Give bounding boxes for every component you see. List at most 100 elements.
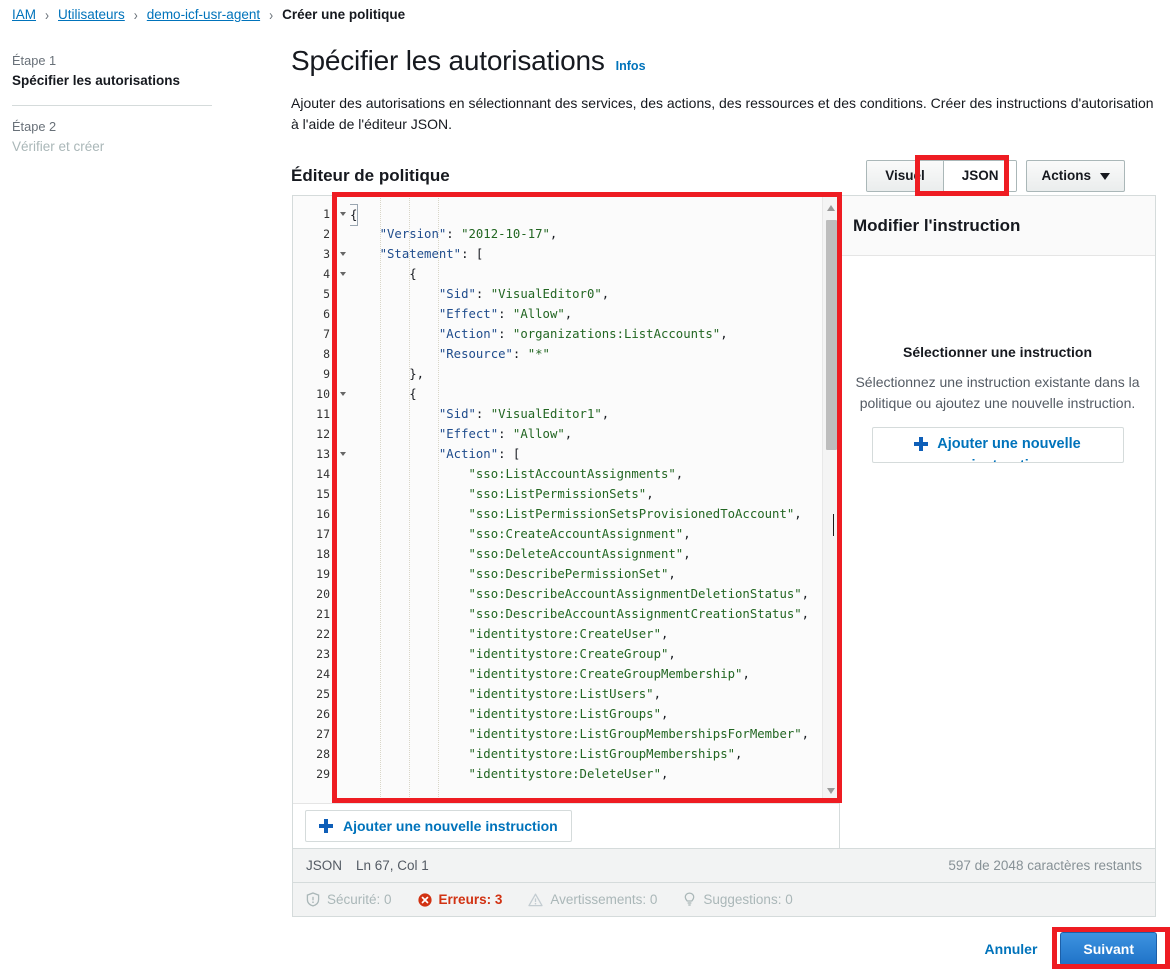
scroll-up-icon[interactable]	[827, 205, 835, 211]
code-line[interactable]: "identitystore:CreateGroup",	[350, 644, 839, 664]
scroll-down-icon[interactable]	[827, 788, 835, 795]
next-button[interactable]: Suivant	[1060, 932, 1157, 966]
warning-triangle-icon	[528, 893, 543, 906]
status-badge-erreurs[interactable]: Erreurs: 3	[417, 892, 502, 907]
empty-state-description: Sélectionnez une instruction existante d…	[855, 374, 1140, 411]
line-number-gutter: 1 2 3 4 5 6 7 8 9 10 11 12 13 14 15 16 17 18 19 20 21 22 23 24 2…	[293, 196, 335, 804]
code-line[interactable]: "Sid": "VisualEditor0",	[350, 284, 839, 304]
line-number: 22	[316, 627, 330, 641]
status-suggestions-label: Suggestions: 0	[703, 892, 793, 907]
empty-state-title: Sélectionner une instruction	[902, 344, 1093, 360]
status-badge-avertissements[interactable]: Avertissements: 0	[528, 892, 657, 907]
code-line[interactable]: },	[350, 364, 839, 384]
code-scroll-region[interactable]: { "Version": "2012-10-17", "Statement": …	[350, 196, 839, 804]
statement-editor-pane: Modifier l'instruction Sélectionner une …	[840, 196, 1155, 848]
resize-grip-icon[interactable]	[833, 514, 838, 536]
code-lines[interactable]: { "Version": "2012-10-17", "Statement": …	[350, 204, 839, 784]
code-line[interactable]: "sso:ListPermissionSetsProvisionedToAcco…	[350, 504, 839, 524]
editor-vertical-scrollbar[interactable]	[822, 196, 839, 804]
step-2-number: Étape 2	[12, 119, 57, 134]
actions-dropdown-button[interactable]: Actions	[1026, 160, 1125, 192]
fold-toggle-icon[interactable]	[335, 244, 350, 264]
code-line[interactable]: "identitystore:ListGroupMemberships",	[350, 744, 839, 764]
code-line[interactable]: "sso:ListAccountAssignments",	[350, 464, 839, 484]
code-line[interactable]: "Action": [	[350, 444, 839, 464]
line-number: 4	[323, 267, 330, 281]
status-badge-suggestions[interactable]: Suggestions: 0	[683, 892, 793, 907]
editor-issues-bar: Sécurité: 0 Erreurs: 3 Avertissements: 0	[292, 883, 1156, 917]
statement-empty-state: Sélectionner une instruction Sélectionne…	[840, 256, 1155, 848]
line-number: 2	[323, 227, 330, 241]
status-chars-remaining: 597 de 2048 caractères restants	[948, 858, 1142, 873]
scrollbar-thumb[interactable]	[826, 220, 837, 450]
status-cursor-position: Ln 67, Col 1	[356, 858, 429, 873]
code-line[interactable]: {	[350, 384, 839, 404]
fold-toggle-icon[interactable]	[335, 444, 350, 464]
sidebar-item-step-1[interactable]: Spécifier les autorisations	[12, 71, 212, 91]
code-line[interactable]: "sso:CreateAccountAssignment",	[350, 524, 839, 544]
tab-visuel[interactable]: Visuel	[867, 161, 943, 191]
code-line[interactable]: "Effect": "Allow",	[350, 304, 839, 324]
code-line[interactable]: {	[350, 204, 839, 226]
breadcrumb-item-current: Créer une politique	[282, 7, 406, 22]
breadcrumb-item-utilisateurs[interactable]: Utilisateurs	[58, 7, 125, 22]
code-fold-column[interactable]	[335, 196, 350, 804]
code-line[interactable]: "Sid": "VisualEditor1",	[350, 404, 839, 424]
code-line[interactable]: {	[350, 264, 839, 284]
tab-json[interactable]: JSON	[942, 161, 1017, 191]
breadcrumb-item-iam[interactable]: IAM	[12, 7, 36, 22]
line-number: 25	[316, 687, 330, 701]
add-new-statement-button[interactable]: Ajouter une nouvelle instruction	[305, 810, 572, 843]
code-line[interactable]: "sso:DescribeAccountAssignmentCreationSt…	[350, 604, 839, 624]
code-line[interactable]: "Effect": "Allow",	[350, 424, 839, 444]
code-line[interactable]: "identitystore:ListGroupMembershipsForMe…	[350, 724, 839, 744]
line-number: 26	[316, 707, 330, 721]
policy-editor: 1 2 3 4 5 6 7 8 9 10 11 12 13 14 15 16 17 18 19 20 21 22 23 24 2…	[292, 195, 1156, 849]
fold-toggle-icon[interactable]	[335, 264, 350, 284]
wizard-footer: Annuler Suivant	[979, 932, 1157, 966]
empty-add-statement-button[interactable]: Ajouter une nouvelle instruction	[871, 427, 1124, 463]
status-badge-securite[interactable]: Sécurité: 0	[306, 892, 392, 907]
chevron-right-icon: ›	[45, 5, 50, 24]
fold-toggle-icon[interactable]	[335, 384, 350, 404]
code-line[interactable]: "sso:DescribeAccountAssignmentDeletionSt…	[350, 584, 839, 604]
code-line[interactable]: "identitystore:ListGroups",	[350, 704, 839, 724]
cancel-button[interactable]: Annuler	[979, 940, 1044, 958]
code-line[interactable]: "sso:ListPermissionSets",	[350, 484, 839, 504]
line-number: 6	[323, 307, 330, 321]
wizard-stepper: Étape 1 Spécifier les autorisations Étap…	[12, 52, 212, 157]
add-statement-bar: Ajouter une nouvelle instruction	[293, 803, 839, 848]
code-line[interactable]: "Resource": "*"	[350, 344, 839, 364]
breadcrumb-item-user[interactable]: demo-icf-usr-agent	[147, 7, 260, 22]
code-line[interactable]: "Statement": [	[350, 244, 839, 264]
empty-add-label-line2: instruction	[972, 458, 1047, 462]
page-header: Spécifier les autorisations Infos Ajoute…	[291, 45, 1159, 149]
fold-toggle-icon[interactable]	[335, 204, 350, 224]
code-line[interactable]: "sso:DescribePermissionSet",	[350, 564, 839, 584]
line-number: 15	[316, 487, 330, 501]
code-line[interactable]: "sso:DeleteAccountAssignment",	[350, 544, 839, 564]
code-line[interactable]: "identitystore:DeleteUser",	[350, 764, 839, 784]
code-line[interactable]: "Version": "2012-10-17",	[350, 224, 839, 244]
code-line[interactable]: "Action": "organizations:ListAccounts",	[350, 324, 839, 344]
code-line[interactable]: "identitystore:CreateUser",	[350, 624, 839, 644]
chevron-down-icon	[1100, 172, 1110, 180]
code-line[interactable]: "identitystore:CreateGroupMembership",	[350, 664, 839, 684]
code-area[interactable]: 1 2 3 4 5 6 7 8 9 10 11 12 13 14 15 16 17 18 19 20 21 22 23 24 2…	[293, 196, 839, 804]
json-editor-pane: 1 2 3 4 5 6 7 8 9 10 11 12 13 14 15 16 17 18 19 20 21 22 23 24 2…	[293, 196, 840, 848]
status-securite-label: Sécurité: 0	[327, 892, 392, 907]
infos-link[interactable]: Infos	[616, 59, 646, 73]
code-line[interactable]: "identitystore:ListUsers",	[350, 684, 839, 704]
